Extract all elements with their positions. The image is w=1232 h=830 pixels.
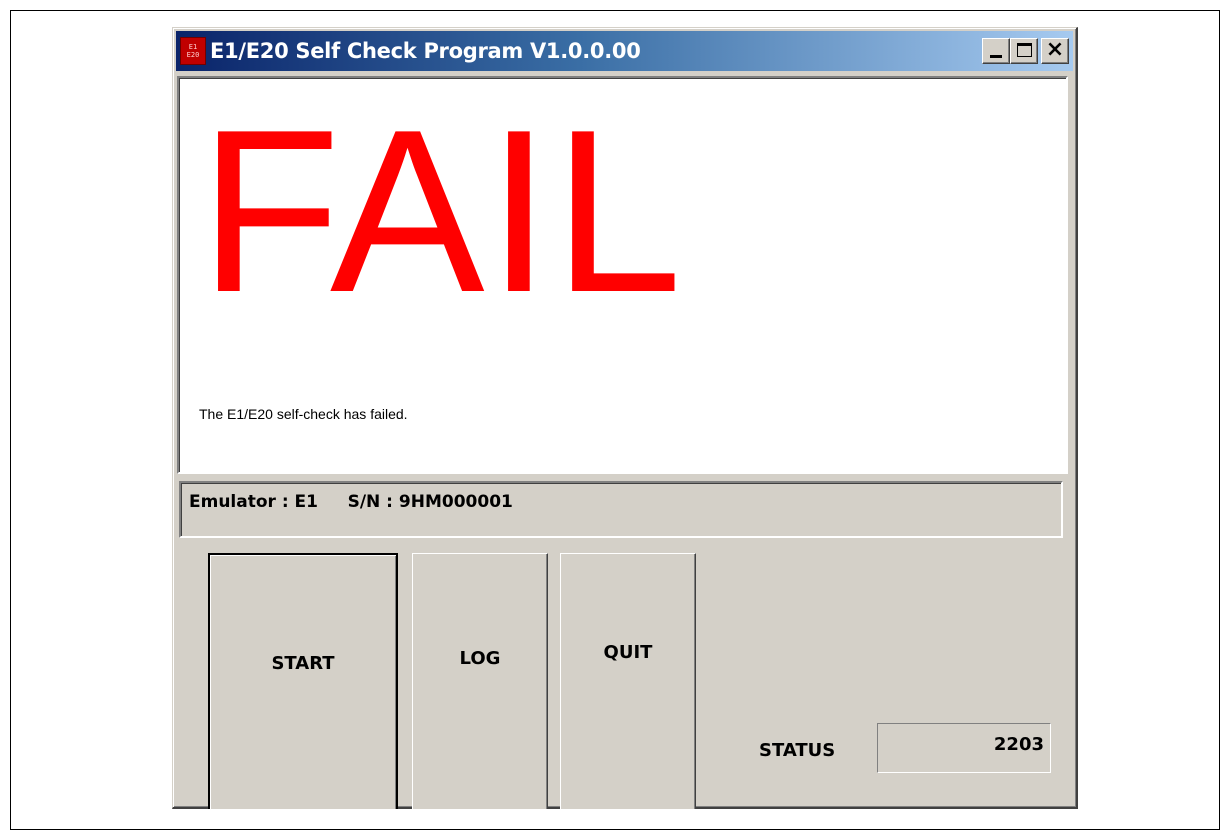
maximize-icon <box>1017 43 1032 57</box>
close-button[interactable]: × <box>1041 37 1069 64</box>
emulator-info-bar: Emulator : E1 S/N : 9HM000001 <box>179 481 1063 538</box>
minimize-button[interactable] <box>982 38 1010 64</box>
window-controls: × <box>982 37 1069 64</box>
window-title: E1/E20 Self Check Program V1.0.0.00 <box>210 39 641 63</box>
result-panel: FAIL The E1/E20 self-check has failed. <box>177 76 1068 474</box>
result-headline: FAIL <box>199 82 685 341</box>
emulator-info-text: Emulator : E1 S/N : 9HM000001 <box>189 492 513 512</box>
maximize-button[interactable] <box>1010 38 1038 64</box>
quit-button[interactable]: QUIT <box>560 553 696 809</box>
minimize-icon <box>990 55 1002 58</box>
status-value: 2203 <box>877 723 1051 773</box>
app-icon[interactable]: E1 E20 <box>180 37 206 65</box>
self-check-window: E1 E20 E1/E20 Self Check Program V1.0.0.0… <box>172 27 1078 809</box>
close-icon: × <box>1045 37 1065 62</box>
title-bar[interactable]: E1 E20 E1/E20 Self Check Program V1.0.0.0… <box>176 31 1073 71</box>
result-message: The E1/E20 self-check has failed. <box>199 406 408 422</box>
start-button[interactable]: START <box>208 553 398 809</box>
status-label: STATUS <box>759 740 836 761</box>
log-button[interactable]: LOG <box>412 553 548 809</box>
